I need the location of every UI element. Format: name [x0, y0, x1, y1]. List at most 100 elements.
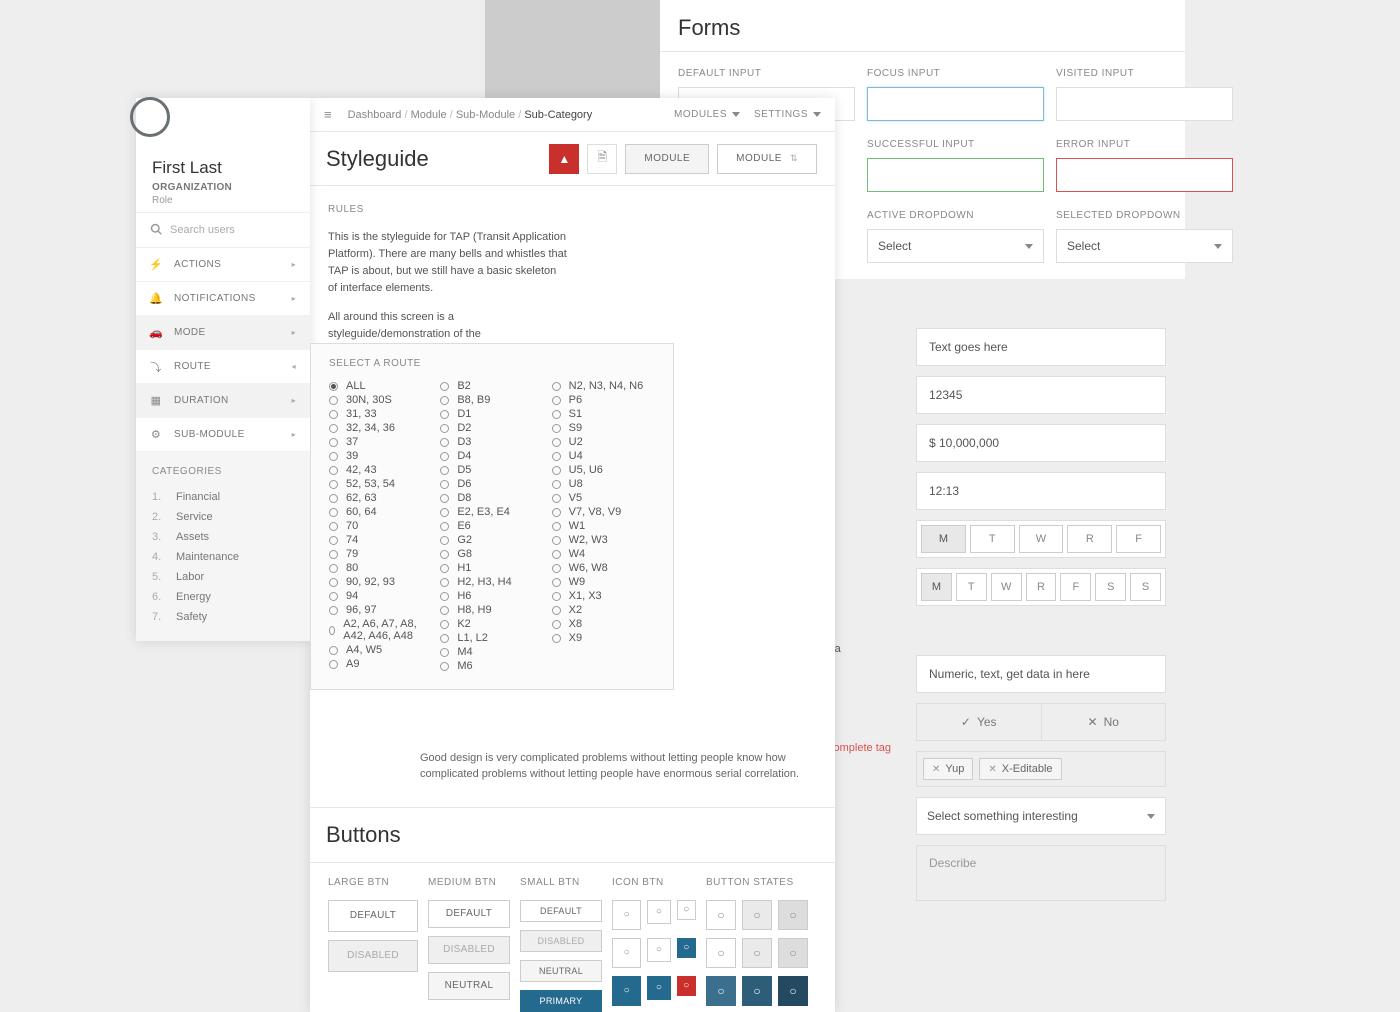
- day-toggle-r[interactable]: R: [1067, 525, 1112, 553]
- sidebar-item-notifications[interactable]: 🔔NOTIFICATIONS▸: [136, 282, 310, 316]
- route-option[interactable]: G2: [440, 533, 543, 547]
- route-option[interactable]: A2, A6, A7, A8, A42, A46, A48: [329, 617, 432, 643]
- icon-button-primary[interactable]: ○: [647, 976, 670, 1000]
- route-option[interactable]: U4: [552, 449, 655, 463]
- route-option[interactable]: U2: [552, 435, 655, 449]
- breadcrumb-item[interactable]: Module: [411, 109, 447, 121]
- day-toggle-f[interactable]: F: [1116, 525, 1161, 553]
- state-primary-default[interactable]: ○: [706, 976, 736, 1006]
- route-option[interactable]: V5: [552, 491, 655, 505]
- route-option[interactable]: 96, 97: [329, 603, 432, 617]
- category-item[interactable]: 7.Safety: [152, 607, 294, 627]
- day-toggle-t[interactable]: T: [970, 525, 1015, 553]
- selected-dropdown[interactable]: Select: [1056, 229, 1233, 263]
- day-toggle-t[interactable]: T: [956, 573, 987, 601]
- route-option[interactable]: X8: [552, 617, 655, 631]
- search-input[interactable]: Search users: [136, 212, 310, 248]
- icon-button[interactable]: ○: [612, 900, 641, 930]
- route-option[interactable]: S1: [552, 407, 655, 421]
- state-default[interactable]: ○: [706, 938, 736, 968]
- route-option[interactable]: B2: [440, 379, 543, 393]
- alert-button[interactable]: ▲: [549, 144, 579, 174]
- active-dropdown[interactable]: Select: [867, 229, 1044, 263]
- small-primary-button[interactable]: PRIMARY: [520, 990, 602, 1012]
- route-option[interactable]: P6: [552, 393, 655, 407]
- error-input[interactable]: [1056, 158, 1233, 192]
- route-option[interactable]: 74: [329, 533, 432, 547]
- state-hover[interactable]: ○: [742, 900, 772, 930]
- close-icon[interactable]: ✕: [988, 764, 996, 775]
- route-option[interactable]: 70: [329, 519, 432, 533]
- route-option[interactable]: W1: [552, 519, 655, 533]
- route-option[interactable]: S9: [552, 421, 655, 435]
- day-toggle-w[interactable]: W: [1019, 525, 1064, 553]
- close-icon[interactable]: ✕: [932, 764, 940, 775]
- state-active[interactable]: ○: [778, 900, 808, 930]
- tag-input[interactable]: ✕Yup ✕X-Editable: [916, 751, 1166, 787]
- route-option[interactable]: 90, 92, 93: [329, 575, 432, 589]
- yes-option[interactable]: ✓Yes: [917, 704, 1042, 740]
- route-option[interactable]: E2, E3, E4: [440, 505, 543, 519]
- sidebar-item-route[interactable]: ⤵ROUTE◂: [136, 350, 310, 384]
- category-item[interactable]: 4.Maintenance: [152, 547, 294, 567]
- category-item[interactable]: 6.Energy: [152, 587, 294, 607]
- day-toggle-r[interactable]: R: [1026, 573, 1057, 601]
- route-option[interactable]: D2: [440, 421, 543, 435]
- route-option[interactable]: H2, H3, H4: [440, 575, 543, 589]
- no-option[interactable]: ✕No: [1042, 704, 1166, 740]
- state-default[interactable]: ○: [706, 900, 736, 930]
- focus-input[interactable]: [867, 87, 1044, 121]
- module-button-a[interactable]: MODULE: [625, 144, 709, 174]
- state-primary-hover[interactable]: ○: [742, 976, 772, 1006]
- route-option[interactable]: B8, B9: [440, 393, 543, 407]
- sidebar-item-duration[interactable]: ▦DURATION▸: [136, 384, 310, 418]
- category-item[interactable]: 1.Financial: [152, 487, 294, 507]
- state-hover[interactable]: ○: [742, 938, 772, 968]
- modules-dropdown[interactable]: MODULES: [674, 109, 740, 120]
- route-option[interactable]: D1: [440, 407, 543, 421]
- icon-button[interactable]: ○: [612, 938, 641, 968]
- route-option[interactable]: 62, 63: [329, 491, 432, 505]
- day-toggle-s[interactable]: S: [1130, 573, 1161, 601]
- icon-button[interactable]: ○: [677, 900, 696, 920]
- icon-button-primary[interactable]: ○: [612, 976, 641, 1006]
- route-option[interactable]: G8: [440, 547, 543, 561]
- route-option[interactable]: H6: [440, 589, 543, 603]
- breadcrumb-item[interactable]: Dashboard: [348, 109, 402, 121]
- route-option[interactable]: 80: [329, 561, 432, 575]
- tag-chip[interactable]: ✕Yup: [923, 758, 973, 780]
- breadcrumb-item[interactable]: Sub-Module: [456, 109, 515, 121]
- route-option[interactable]: A9: [329, 657, 432, 671]
- medium-default-button[interactable]: DEFAULT: [428, 900, 510, 928]
- medium-neutral-button[interactable]: NEUTRAL: [428, 972, 510, 1000]
- state-active[interactable]: ○: [778, 938, 808, 968]
- currency-input[interactable]: $ 10,000,000: [916, 424, 1166, 462]
- route-option[interactable]: L1, L2: [440, 631, 543, 645]
- sidebar-item-mode[interactable]: 🚗MODE▸: [136, 316, 310, 350]
- route-option[interactable]: 60, 64: [329, 505, 432, 519]
- number-input[interactable]: 12345: [916, 376, 1166, 414]
- route-option[interactable]: 79: [329, 547, 432, 561]
- small-default-button[interactable]: DEFAULT: [520, 900, 602, 922]
- day-toggle-m[interactable]: M: [921, 525, 966, 553]
- route-option[interactable]: D8: [440, 491, 543, 505]
- route-option[interactable]: X9: [552, 631, 655, 645]
- day-toggle-m[interactable]: M: [921, 573, 952, 601]
- describe-textarea[interactable]: Describe: [916, 845, 1166, 901]
- small-neutral-button[interactable]: NEUTRAL: [520, 960, 602, 982]
- route-option[interactable]: U5, U6: [552, 463, 655, 477]
- category-item[interactable]: 2.Service: [152, 507, 294, 527]
- select-long[interactable]: Select something interesting: [916, 797, 1166, 835]
- route-option[interactable]: N2, N3, N4, N6: [552, 379, 655, 393]
- icon-button-danger[interactable]: ○: [677, 976, 696, 996]
- route-option[interactable]: D5: [440, 463, 543, 477]
- day-toggle-s[interactable]: S: [1095, 573, 1126, 601]
- route-option[interactable]: M4: [440, 645, 543, 659]
- settings-dropdown[interactable]: SETTINGS: [754, 109, 821, 120]
- route-option[interactable]: E6: [440, 519, 543, 533]
- route-option[interactable]: D3: [440, 435, 543, 449]
- hamburger-icon[interactable]: ≡: [324, 107, 332, 122]
- route-option[interactable]: 39: [329, 449, 432, 463]
- tag-chip[interactable]: ✕X-Editable: [979, 758, 1061, 780]
- text-input[interactable]: Text goes here: [916, 328, 1166, 366]
